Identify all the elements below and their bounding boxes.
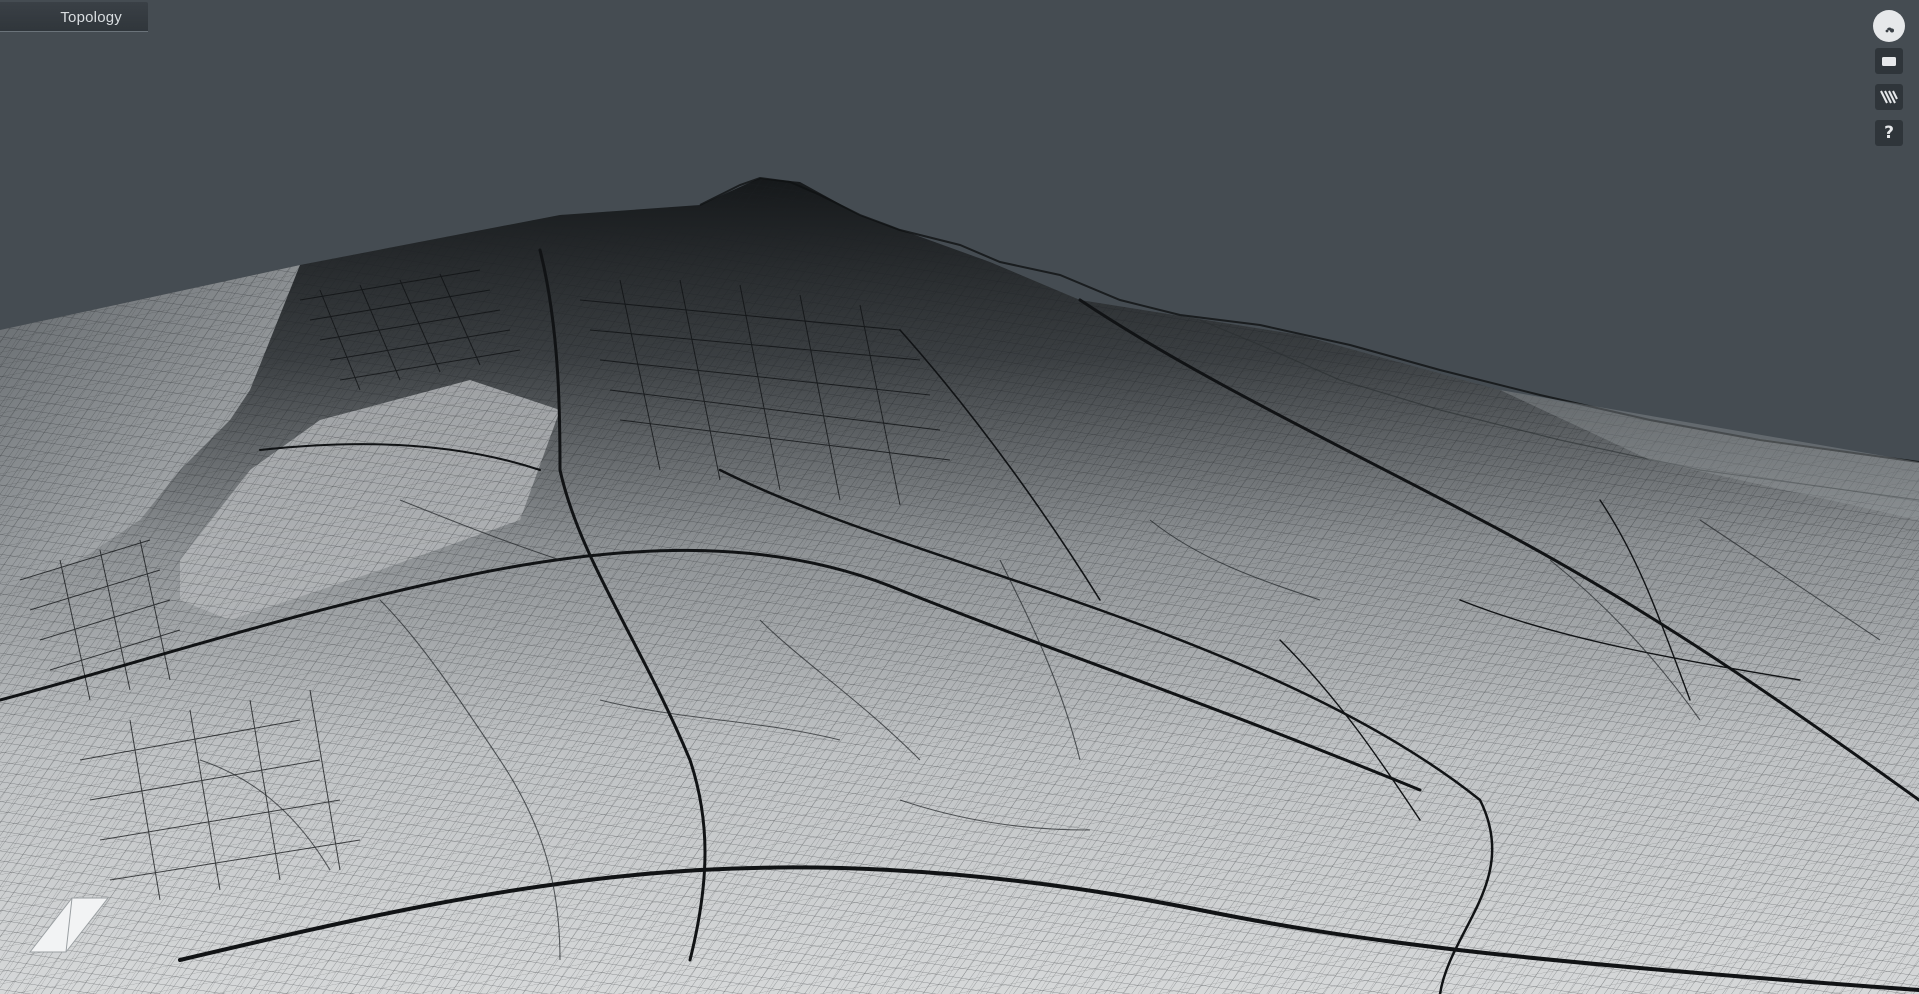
view-globe-button[interactable] [1873,10,1905,42]
layers-button[interactable] [1875,84,1903,110]
view-toolbar: ? [1871,10,1907,156]
terrain-mesh[interactable] [0,0,1919,994]
camera-icon [1881,55,1897,67]
orientation-gizmo-icon[interactable] [20,890,130,960]
camera-button[interactable] [1875,48,1903,74]
panel-title: Topology [60,9,122,26]
3d-viewport[interactable]: Topology ? [0,0,1919,994]
layers-icon [1880,89,1898,105]
globe-icon [1878,15,1900,37]
panel-title-tab: Topology [0,2,148,32]
help-button[interactable]: ? [1875,120,1903,146]
help-icon: ? [1884,123,1894,143]
